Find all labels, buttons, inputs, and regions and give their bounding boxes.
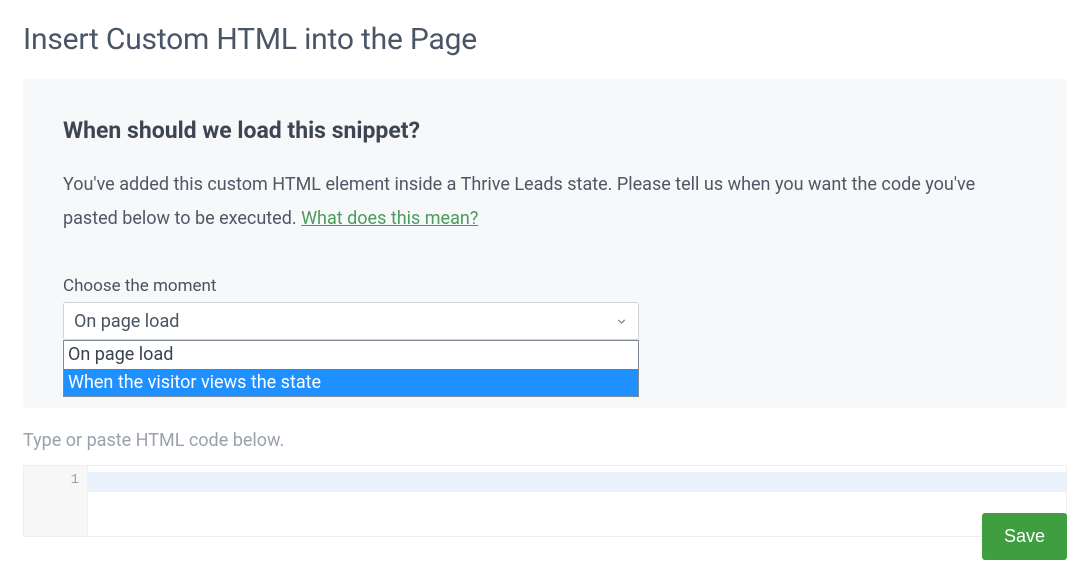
code-line-1[interactable] bbox=[88, 472, 1066, 492]
panel-heading: When should we load this snippet? bbox=[63, 117, 1027, 144]
moment-option-1[interactable]: When the visitor views the state bbox=[64, 369, 638, 396]
code-area-label: Type or paste HTML code below. bbox=[23, 430, 1091, 451]
moment-option-0[interactable]: On page load bbox=[64, 341, 638, 368]
moment-field-label: Choose the moment bbox=[63, 276, 1027, 296]
code-editor[interactable]: 1 bbox=[23, 465, 1067, 537]
snippet-timing-panel: When should we load this snippet? You've… bbox=[23, 79, 1067, 408]
moment-select[interactable]: On page load bbox=[63, 302, 639, 340]
moment-dropdown-list: On page load When the visitor views the … bbox=[63, 340, 639, 396]
code-gutter: 1 bbox=[24, 466, 88, 536]
chevron-down-icon bbox=[615, 315, 628, 328]
moment-select-value: On page load bbox=[74, 311, 179, 332]
panel-description: You've added this custom HTML element in… bbox=[63, 168, 1003, 236]
save-button[interactable]: Save bbox=[982, 513, 1067, 560]
help-link[interactable]: What does this mean? bbox=[301, 208, 478, 229]
panel-description-text: You've added this custom HTML element in… bbox=[63, 174, 975, 229]
code-lines[interactable] bbox=[88, 466, 1066, 536]
page-title: Insert Custom HTML into the Page bbox=[0, 0, 1091, 57]
line-number: 1 bbox=[24, 472, 79, 488]
moment-select-wrap: On page load On page load When the visit… bbox=[63, 302, 639, 340]
